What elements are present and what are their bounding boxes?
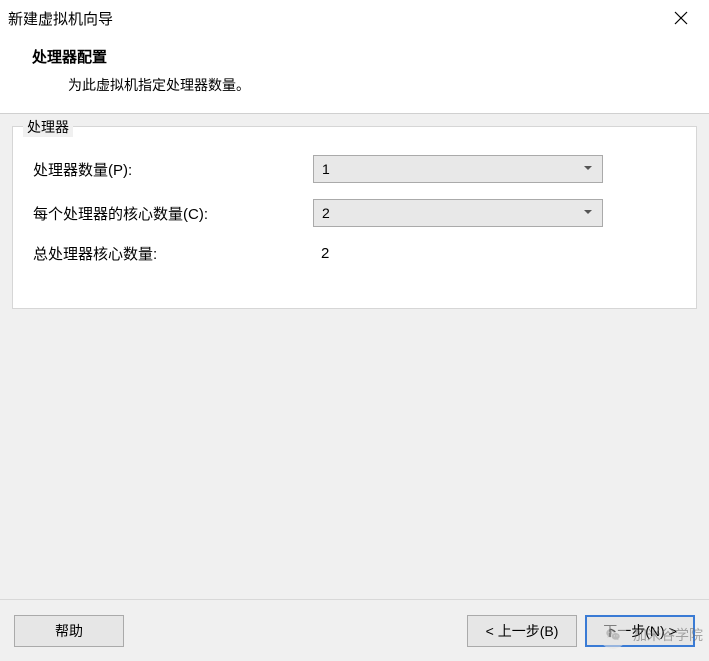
help-button[interactable]: 帮助 — [14, 615, 124, 647]
wizard-header: 处理器配置 为此虚拟机指定处理器数量。 — [0, 36, 709, 113]
wizard-footer: 帮助 < 上一步(B) 下一步(N) > — [0, 599, 709, 661]
combo-value: 2 — [322, 205, 330, 221]
label-total-cores: 总处理器核心数量: — [33, 243, 313, 264]
value-total-cores: 2 — [313, 245, 329, 262]
combo-processor-count[interactable]: 1 — [313, 155, 603, 183]
button-label: 帮助 — [55, 621, 83, 641]
titlebar: 新建虚拟机向导 — [0, 0, 709, 36]
combo-value: 1 — [322, 161, 330, 177]
label-processor-count: 处理器数量(P): — [33, 159, 313, 180]
button-label: 下一步(N) > — [603, 621, 677, 641]
row-processor-count: 处理器数量(P): 1 — [33, 155, 676, 183]
chevron-down-icon — [582, 161, 594, 177]
next-button[interactable]: 下一步(N) > — [585, 615, 695, 647]
page-subtitle: 为此虚拟机指定处理器数量。 — [68, 75, 701, 95]
page-title: 处理器配置 — [32, 46, 701, 67]
row-total-cores: 总处理器核心数量: 2 — [33, 243, 676, 264]
back-button[interactable]: < 上一步(B) — [467, 615, 577, 647]
row-cores-per-processor: 每个处理器的核心数量(C): 2 — [33, 199, 676, 227]
combo-cores-per-processor[interactable]: 2 — [313, 199, 603, 227]
group-legend: 处理器 — [23, 117, 73, 137]
processors-group: 处理器 处理器数量(P): 1 每个处理器的核心数量(C): 2 总处理器核心数… — [12, 126, 697, 309]
window-title: 新建虚拟机向导 — [8, 8, 661, 29]
close-icon[interactable] — [661, 0, 701, 36]
chevron-down-icon — [582, 205, 594, 221]
content-area: 处理器 处理器数量(P): 1 每个处理器的核心数量(C): 2 总处理器核心数… — [0, 114, 709, 321]
button-label: < 上一步(B) — [486, 621, 559, 641]
label-cores-per-processor: 每个处理器的核心数量(C): — [33, 203, 313, 224]
